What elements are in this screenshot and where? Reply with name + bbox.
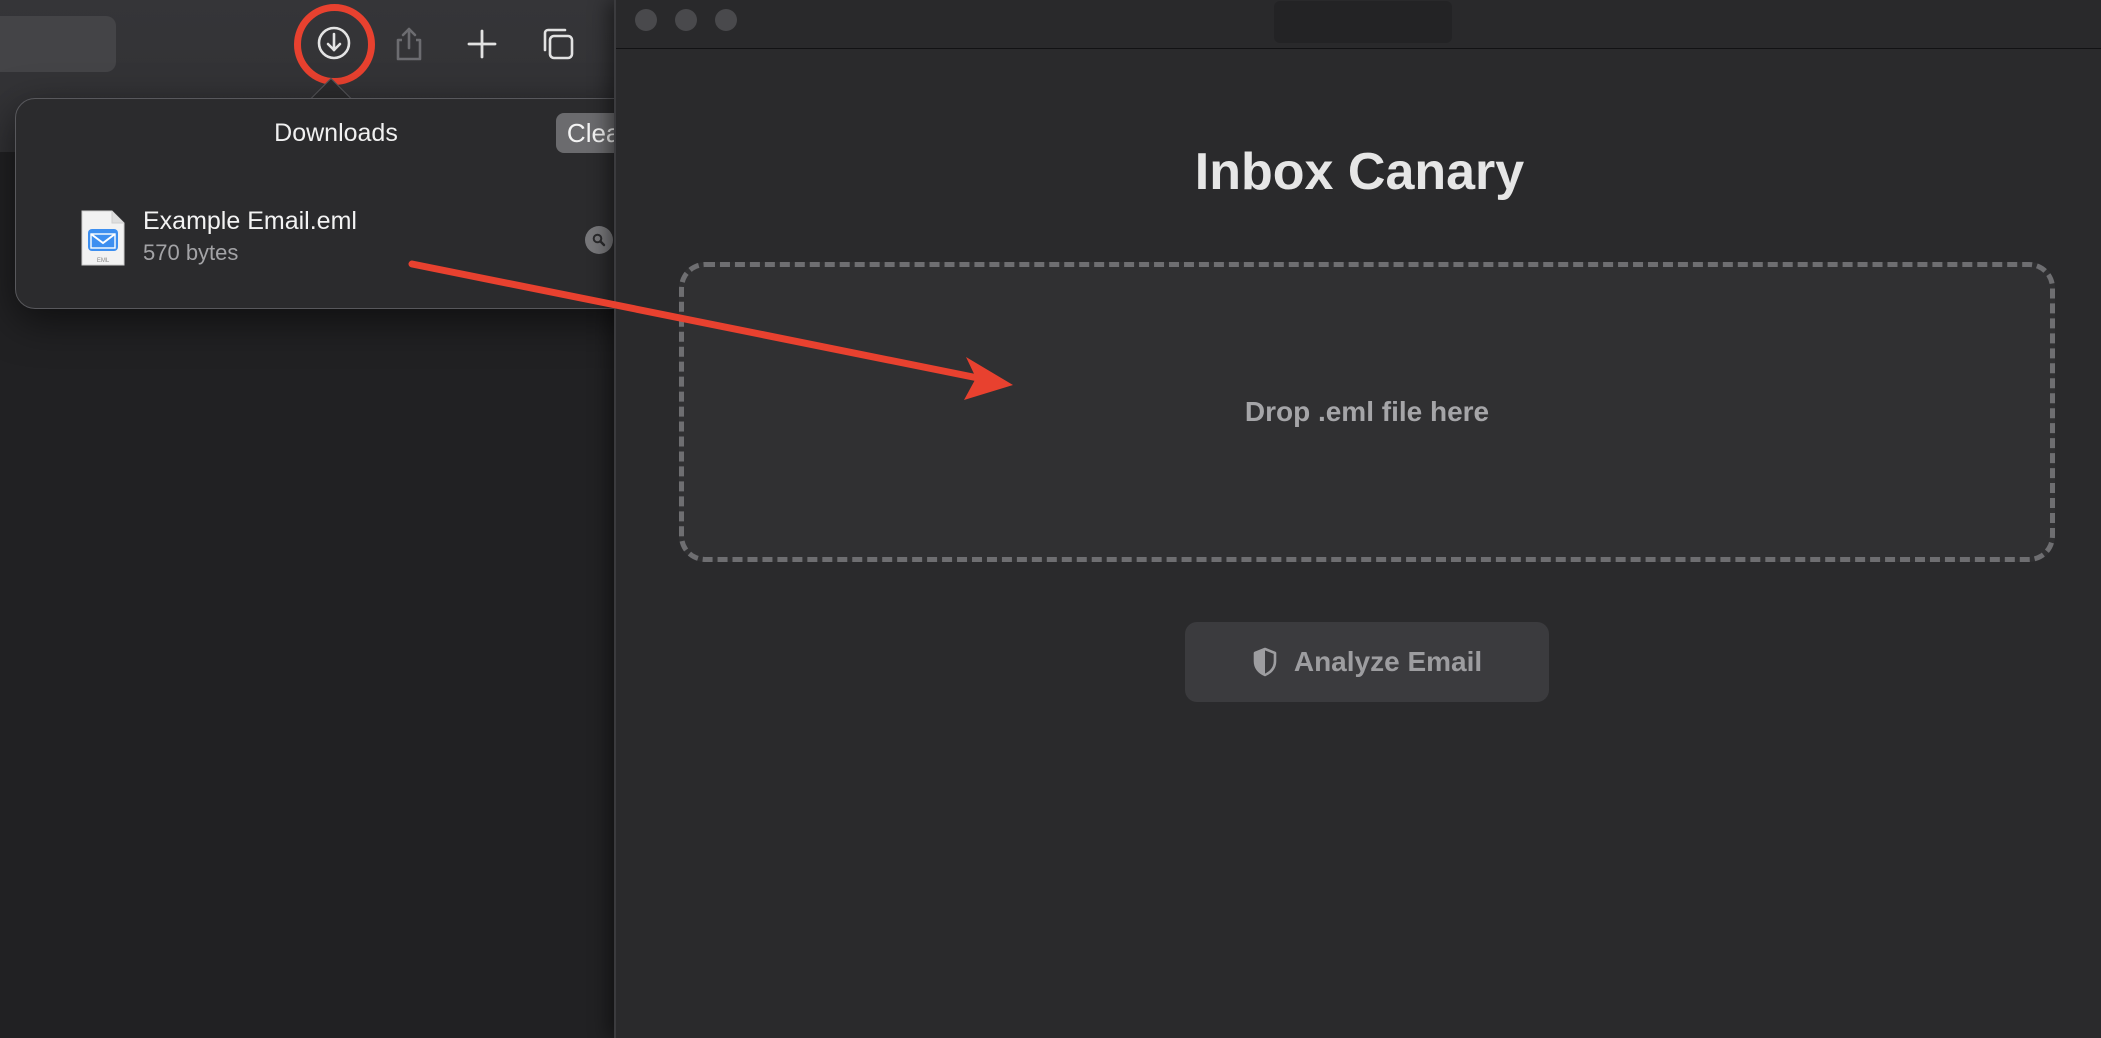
share-icon — [396, 27, 422, 61]
address-bar[interactable] — [0, 16, 116, 72]
download-file-size: 570 bytes — [143, 240, 239, 265]
reveal-in-finder-button[interactable] — [585, 226, 613, 254]
screen: Downloads Clear EML Example Email.eml 57… — [0, 0, 2101, 1038]
eml-dropzone[interactable]: Drop .eml file here — [679, 262, 2055, 562]
zoom-window-button[interactable] — [715, 9, 737, 31]
highlight-circle — [294, 4, 375, 85]
window-title-placeholder — [1274, 1, 1452, 43]
app-title: Inbox Canary — [1194, 143, 1525, 201]
tab-overview-icon — [543, 28, 574, 60]
download-file-name: Example Email.eml — [143, 207, 357, 235]
share-button[interactable] — [385, 20, 433, 68]
shield-icon — [1253, 647, 1277, 677]
new-tab-button[interactable] — [458, 20, 506, 68]
svg-text:EML: EML — [97, 258, 110, 264]
magnifier-icon — [592, 233, 606, 247]
analyze-email-label: Analyze Email — [1293, 646, 1483, 677]
tab-overview-button[interactable] — [534, 20, 582, 68]
downloads-popover: Downloads Clear EML Example Email.eml 57… — [15, 98, 655, 309]
app-window: Inbox Canary Drop .eml file here Analyze… — [614, 0, 2101, 1038]
analyze-email-button[interactable]: Analyze Email — [1185, 622, 1549, 702]
plus-icon — [467, 29, 497, 59]
close-window-button[interactable] — [635, 9, 657, 31]
browser-window: Downloads Clear EML Example Email.eml 57… — [0, 0, 655, 1038]
dropzone-label: Drop .eml file here — [1244, 396, 1490, 427]
minimize-window-button[interactable] — [675, 9, 697, 31]
eml-file-icon: EML — [81, 210, 125, 266]
app-titlebar — [616, 0, 2101, 49]
